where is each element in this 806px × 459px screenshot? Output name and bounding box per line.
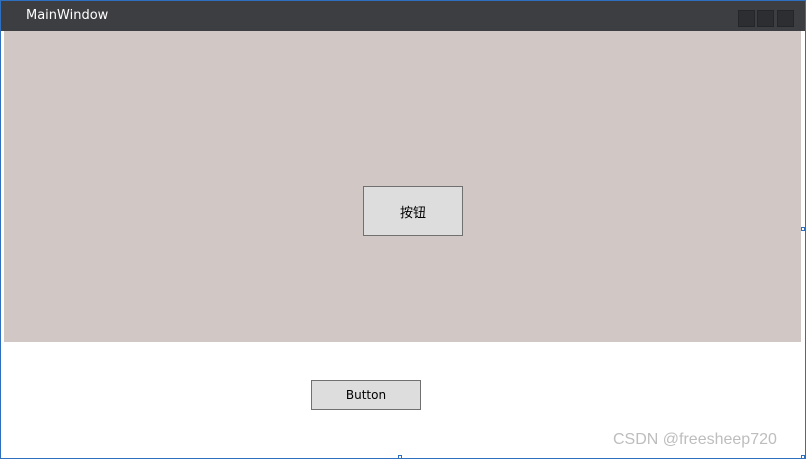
minimize-icon[interactable] [738, 10, 755, 27]
resize-handle-corner[interactable] [801, 455, 805, 459]
chinese-button[interactable]: 按钮 [363, 186, 463, 236]
maximize-icon[interactable] [757, 10, 774, 27]
upper-panel: 按钮 [4, 31, 801, 342]
watermark: CSDN @freesheep720 [613, 431, 777, 448]
resize-handle-bottom[interactable] [398, 455, 402, 459]
window-title: MainWindow [26, 8, 109, 23]
title-bar[interactable]: MainWindow [1, 1, 805, 31]
main-window: MainWindow 按钮 Button [0, 0, 806, 459]
button[interactable]: Button [311, 380, 421, 410]
resize-handle-right[interactable] [801, 227, 805, 231]
close-icon[interactable] [777, 10, 794, 27]
